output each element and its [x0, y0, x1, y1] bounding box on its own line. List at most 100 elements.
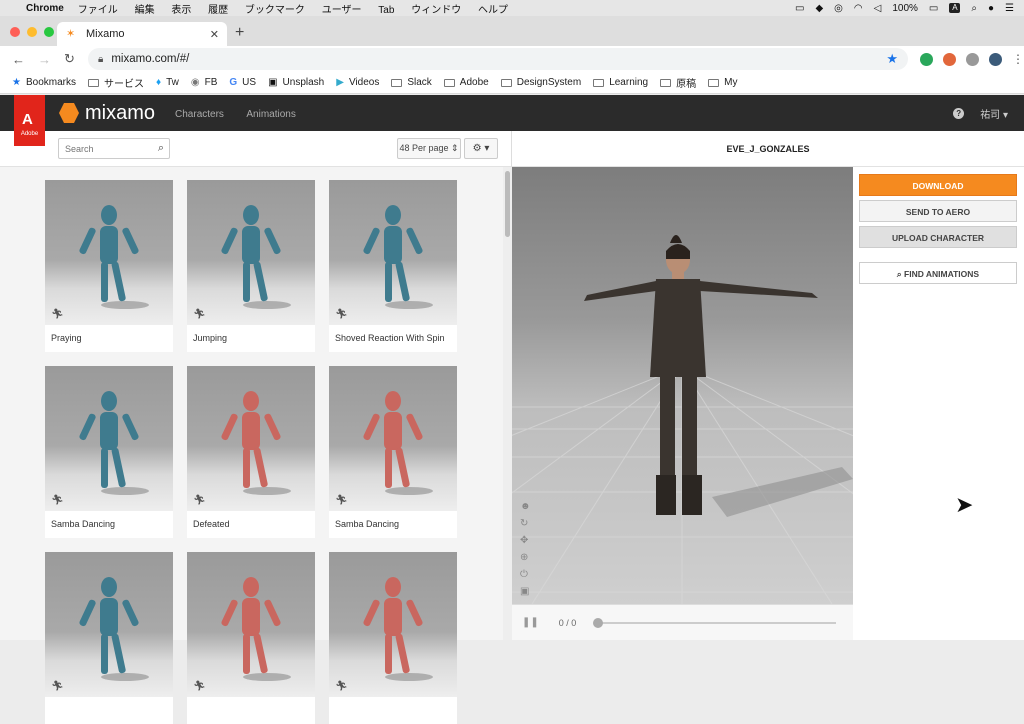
- zoom-window-button[interactable]: [44, 27, 54, 37]
- menu-help[interactable]: ヘルプ: [478, 5, 508, 16]
- settings-gear-button[interactable]: ⚙ ▾: [464, 138, 498, 159]
- power-icon[interactable]: ⏻: [520, 569, 531, 580]
- menu-window[interactable]: ウィンドウ: [411, 5, 461, 16]
- bookmark-item[interactable]: ▣ Unsplash: [268, 77, 324, 88]
- bookmark-item[interactable]: ▶ Videos: [336, 77, 379, 88]
- globe-icon: ◉: [190, 77, 200, 88]
- animation-card[interactable]: 🏃︎: [329, 552, 457, 724]
- animation-thumbnail[interactable]: 🏃︎: [329, 366, 457, 511]
- search-icon[interactable]: ⌕: [158, 142, 164, 155]
- animation-thumbnail[interactable]: 🏃︎: [45, 366, 173, 511]
- minimize-window-button[interactable]: [27, 27, 37, 37]
- 3d-viewport[interactable]: ☻ ↻ ✥ ⊕ ⏻ ▣: [512, 167, 853, 604]
- animation-thumbnail[interactable]: 🏃︎: [329, 180, 457, 325]
- close-tab-icon[interactable]: ✕: [210, 28, 219, 41]
- scrollbar-thumb[interactable]: [505, 171, 510, 237]
- upload-character-button[interactable]: UPLOAD CHARACTER: [859, 226, 1017, 248]
- bookmark-star-icon[interactable]: ★: [886, 51, 898, 67]
- extension-icon[interactable]: [943, 52, 956, 66]
- skeleton-icon[interactable]: ☻: [520, 501, 531, 512]
- animation-thumbnail[interactable]: 🏃︎: [187, 180, 315, 325]
- spotlight-icon[interactable]: ⌕: [971, 3, 977, 14]
- user-menu[interactable]: 祐司 ▾: [980, 106, 1008, 121]
- lock-icon[interactable]: 🔒︎: [98, 54, 103, 65]
- zoom-icon[interactable]: ⊕: [520, 552, 531, 563]
- animation-card[interactable]: 🏃︎ Samba Dancing: [45, 366, 173, 538]
- volume-icon[interactable]: ◁: [874, 3, 882, 14]
- find-animations-label: FIND ANIMATIONS: [904, 269, 980, 279]
- battery-icon[interactable]: ▭: [929, 3, 938, 14]
- find-animations-button[interactable]: ⌕ FIND ANIMATIONS: [859, 262, 1017, 284]
- forward-arrow-icon[interactable]: →: [38, 52, 52, 67]
- menu-user[interactable]: ユーザー: [322, 5, 362, 16]
- battery-status[interactable]: 100%: [892, 3, 918, 14]
- menu-tab[interactable]: Tab: [378, 5, 394, 16]
- animation-card[interactable]: 🏃︎: [187, 552, 315, 724]
- animation-thumbnail[interactable]: 🏃︎: [187, 552, 315, 697]
- dropbox-icon[interactable]: ◆: [815, 3, 823, 14]
- camera-icon[interactable]: ▭: [795, 3, 804, 14]
- search-box[interactable]: ⌕: [58, 138, 170, 159]
- profile-avatar[interactable]: [989, 52, 1002, 66]
- browser-tab-mixamo[interactable]: ✶ Mixamo ✕: [57, 22, 227, 46]
- menu-view[interactable]: 表示: [171, 5, 191, 16]
- timeline-knob[interactable]: [593, 617, 604, 628]
- bookmark-item[interactable]: サービス: [87, 75, 144, 90]
- animation-thumbnail[interactable]: 🏃︎: [45, 180, 173, 325]
- camera-icon[interactable]: ▣: [520, 586, 531, 597]
- bookmark-item[interactable]: 原稿: [660, 75, 696, 90]
- evernote-extension-icon[interactable]: [920, 52, 933, 66]
- input-method-icon[interactable]: A: [949, 3, 961, 13]
- rotate-icon[interactable]: ↻: [520, 518, 531, 529]
- bookmark-item[interactable]: DesignSystem: [500, 77, 581, 88]
- menu-file[interactable]: ファイル: [78, 5, 118, 16]
- omnibox[interactable]: 🔒︎ mixamo.com/#/ ★: [88, 48, 908, 70]
- preview-panel: EVE_J_GONZALES ☻ ↻ ✥ ⊕ ⏻ ▣ ❚❚ 0 / 0 DOWN…: [512, 131, 1024, 640]
- bookmark-item[interactable]: G US: [229, 77, 256, 88]
- bookmark-item[interactable]: ★ Bookmarks: [12, 77, 76, 88]
- animation-card[interactable]: 🏃︎: [45, 552, 173, 724]
- search-input[interactable]: [59, 139, 144, 159]
- sync-icon[interactable]: ◎: [834, 3, 843, 14]
- reload-icon[interactable]: ↻: [64, 51, 78, 67]
- send-to-aero-button[interactable]: SEND TO AERO: [859, 200, 1017, 222]
- animation-card[interactable]: 🏃︎ Shoved Reaction With Spin: [329, 180, 457, 352]
- back-arrow-icon[interactable]: ←: [12, 52, 26, 67]
- help-icon[interactable]: ?: [953, 107, 965, 119]
- bookmark-item[interactable]: Slack: [391, 77, 432, 88]
- adobe-logo[interactable]: A Adobe: [14, 95, 45, 146]
- download-button[interactable]: DOWNLOAD: [859, 174, 1017, 196]
- pause-icon[interactable]: ❚❚: [522, 617, 539, 628]
- per-page-select[interactable]: 48 Per page ⇕: [397, 138, 461, 159]
- siri-icon[interactable]: ●: [988, 3, 994, 14]
- animation-card[interactable]: 🏃︎ Samba Dancing: [329, 366, 457, 538]
- chrome-menu-icon[interactable]: ⋮: [1012, 52, 1024, 66]
- wifi-icon[interactable]: ◠: [854, 3, 863, 14]
- animation-card[interactable]: 🏃︎ Jumping: [187, 180, 315, 352]
- move-icon[interactable]: ✥: [520, 535, 531, 546]
- notification-center-icon[interactable]: ☰: [1005, 3, 1014, 14]
- menu-edit[interactable]: 編集: [135, 5, 155, 16]
- close-window-button[interactable]: [10, 27, 20, 37]
- bookmark-item[interactable]: ◉ FB: [191, 77, 218, 88]
- animation-thumbnail[interactable]: 🏃︎: [187, 366, 315, 511]
- nav-characters[interactable]: Characters: [175, 109, 224, 120]
- app-menu[interactable]: Chrome: [26, 3, 64, 14]
- animation-thumbnail[interactable]: 🏃︎: [45, 552, 173, 697]
- url-text[interactable]: mixamo.com/#/: [111, 53, 189, 65]
- grid-scrollbar[interactable]: [503, 167, 512, 640]
- mixamo-logo[interactable]: mixamo: [59, 102, 155, 125]
- animation-thumbnail[interactable]: 🏃︎: [329, 552, 457, 697]
- bookmark-item[interactable]: My: [708, 77, 737, 88]
- extension-gray-icon[interactable]: [966, 52, 979, 66]
- animation-card[interactable]: 🏃︎ Defeated: [187, 366, 315, 538]
- menu-history[interactable]: 履歴: [208, 5, 228, 16]
- nav-animations[interactable]: Animations: [246, 109, 295, 120]
- menu-bookmarks[interactable]: ブックマーク: [245, 5, 305, 16]
- timeline-slider[interactable]: [593, 617, 837, 628]
- animation-card[interactable]: 🏃︎ Praying: [45, 180, 173, 352]
- bookmark-item[interactable]: ♦ Tw: [156, 77, 179, 88]
- bookmark-item[interactable]: Adobe: [443, 77, 489, 88]
- bookmark-item[interactable]: Learning: [593, 77, 648, 88]
- new-tab-button[interactable]: +: [235, 24, 244, 42]
